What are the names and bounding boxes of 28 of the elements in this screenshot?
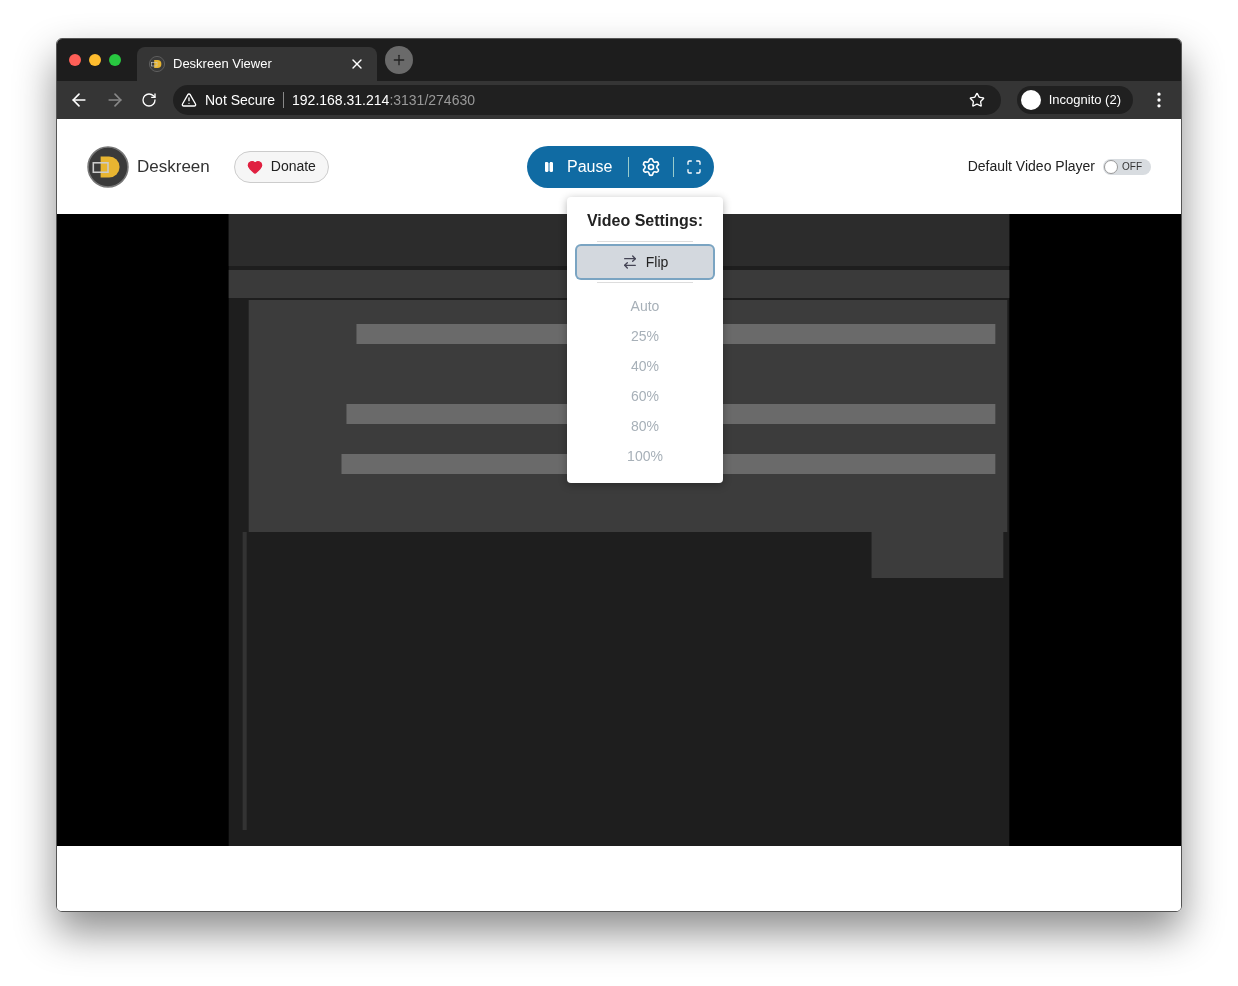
security-label: Not Secure	[205, 90, 276, 110]
bookmark-star-icon[interactable]	[968, 92, 985, 108]
minimize-window-icon[interactable]	[89, 54, 101, 66]
popover-title: Video Settings:	[586, 211, 704, 231]
reload-icon[interactable]	[141, 92, 157, 108]
swap-arrows-icon	[621, 254, 638, 270]
tab-title: Deskreen Viewer	[173, 55, 273, 74]
close-window-icon[interactable]	[69, 54, 81, 66]
browser-tab[interactable]: Deskreen Viewer	[137, 47, 377, 81]
maximize-window-icon[interactable]	[109, 54, 121, 66]
logo-icon	[149, 56, 165, 72]
profile-button[interactable]: Incognito (2)	[1016, 86, 1133, 114]
pause-button[interactable]: Pause	[539, 154, 617, 179]
donate-button[interactable]: Donate	[233, 150, 329, 183]
url-text: 192.168.31.214:3131/274630	[292, 90, 475, 110]
flip-button[interactable]: Flip	[577, 246, 713, 278]
address-bar[interactable]: Not Secure 192.168.31.214:3131/274630	[173, 85, 1001, 115]
new-tab-button[interactable]	[385, 46, 413, 74]
logo-icon	[87, 145, 129, 188]
default-player-toggle[interactable]: OFF	[1103, 158, 1151, 175]
fullscreen-icon[interactable]	[686, 158, 703, 175]
default-player-label: Default Video Player	[967, 157, 1095, 176]
warning-icon	[181, 92, 197, 108]
app-name: Deskreen	[137, 155, 210, 178]
heart-icon	[246, 158, 263, 175]
pause-icon	[543, 160, 555, 173]
plus-icon	[391, 52, 407, 68]
settings-icon[interactable]	[641, 156, 662, 177]
